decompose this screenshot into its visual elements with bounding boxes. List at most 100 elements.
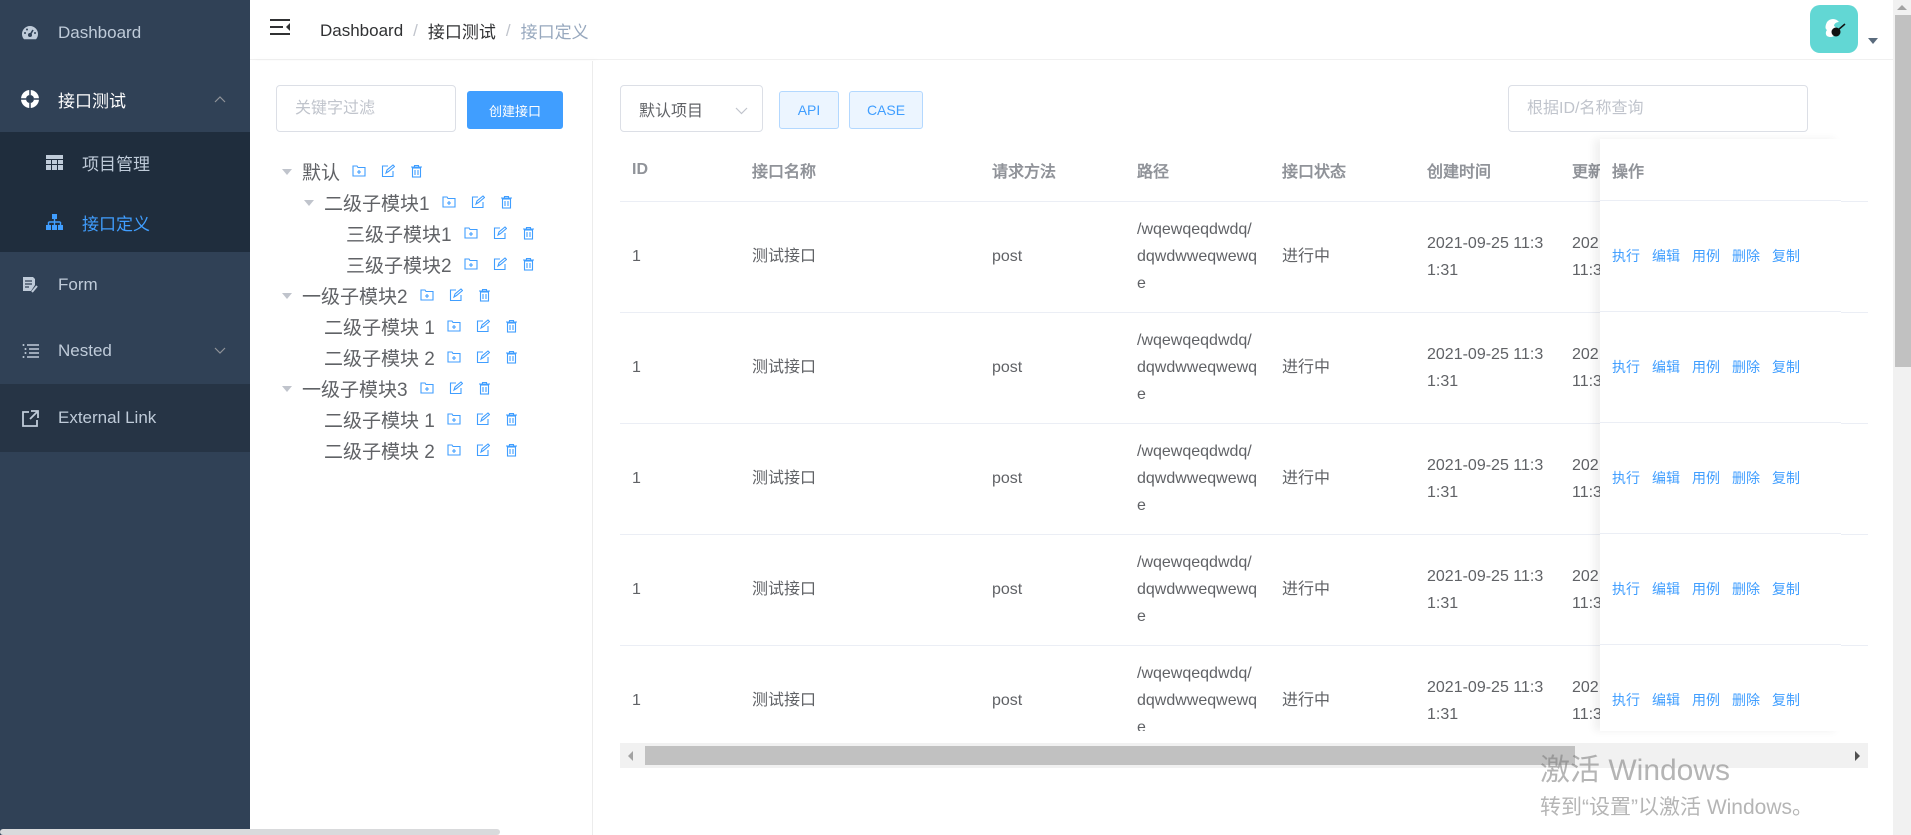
sidebar-item-api-definition[interactable]: 接口定义 <box>0 192 250 252</box>
cases-link[interactable]: 用例 <box>1692 357 1720 377</box>
delete-link[interactable]: 删除 <box>1732 357 1760 377</box>
sidebar-item-external-link[interactable]: External Link <box>0 384 250 452</box>
cases-link[interactable]: 用例 <box>1692 579 1720 599</box>
copy-link[interactable]: 复制 <box>1772 357 1800 377</box>
tree-node[interactable]: 三级子模块2 <box>280 249 537 280</box>
add-folder-icon[interactable] <box>420 381 435 396</box>
add-folder-icon[interactable] <box>447 319 462 334</box>
breadcrumb-item-dashboard[interactable]: Dashboard <box>320 21 403 41</box>
edit-icon[interactable] <box>449 381 464 396</box>
caret-expanded-icon[interactable] <box>280 382 294 396</box>
caret-expanded-icon[interactable] <box>280 289 294 303</box>
tree-node[interactable]: 二级子模块 2 <box>280 342 537 373</box>
copy-link[interactable]: 复制 <box>1772 468 1800 488</box>
run-link[interactable]: 执行 <box>1612 690 1640 710</box>
sidebar-item-dashboard[interactable]: Dashboard <box>0 0 250 66</box>
scroll-left-arrow-icon[interactable] <box>628 751 633 761</box>
add-folder-icon[interactable] <box>352 164 367 179</box>
run-link[interactable]: 执行 <box>1612 579 1640 599</box>
table-horizontal-scrollbar[interactable] <box>620 743 1868 768</box>
cases-link[interactable]: 用例 <box>1692 690 1720 710</box>
tree-node[interactable]: 默认 <box>280 156 537 187</box>
tab-api[interactable]: API <box>779 91 839 129</box>
sidebar-item-project-management[interactable]: 项目管理 <box>0 132 250 192</box>
edit-link[interactable]: 编辑 <box>1652 690 1680 710</box>
scrollbar-thumb[interactable] <box>645 746 1575 765</box>
tree-node[interactable]: 三级子模块1 <box>280 218 537 249</box>
cases-link[interactable]: 用例 <box>1692 468 1720 488</box>
submenu-api-test: 项目管理 接口定义 <box>0 132 250 252</box>
copy-link[interactable]: 复制 <box>1772 579 1800 599</box>
edit-icon[interactable] <box>493 226 508 241</box>
create-api-button[interactable]: 创建接口 <box>467 91 563 129</box>
project-select[interactable]: 默认项目 <box>620 85 763 132</box>
delete-icon[interactable] <box>410 164 425 179</box>
scroll-up-arrow-icon[interactable] <box>1897 5 1907 10</box>
add-folder-icon[interactable] <box>442 195 457 210</box>
add-folder-icon[interactable] <box>464 257 479 272</box>
tab-case[interactable]: CASE <box>849 91 923 129</box>
delete-icon[interactable] <box>505 350 520 365</box>
tree-node[interactable]: 一级子模块2 <box>280 280 537 311</box>
edit-icon[interactable] <box>476 412 491 427</box>
add-folder-icon[interactable] <box>447 350 462 365</box>
hamburger-toggle-icon[interactable] <box>270 18 290 38</box>
sidebar-item-api-test[interactable]: 接口测试 <box>0 66 250 132</box>
breadcrumb-item-api-test[interactable]: 接口测试 <box>428 18 496 43</box>
tree-node[interactable]: 二级子模块1 <box>280 187 537 218</box>
delete-link[interactable]: 删除 <box>1732 690 1760 710</box>
scrollbar-thumb[interactable] <box>1895 15 1911 367</box>
copy-link[interactable]: 复制 <box>1772 690 1800 710</box>
delete-icon[interactable] <box>522 257 537 272</box>
edit-icon[interactable] <box>493 257 508 272</box>
caret-down-icon[interactable] <box>1868 38 1878 44</box>
sidebar-horizontal-scrollbar[interactable] <box>0 829 500 835</box>
sidebar-item-form[interactable]: Form <box>0 252 250 318</box>
edit-icon[interactable] <box>476 350 491 365</box>
delete-icon[interactable] <box>478 288 493 303</box>
run-link[interactable]: 执行 <box>1612 357 1640 377</box>
delete-link[interactable]: 删除 <box>1732 468 1760 488</box>
caret-expanded-icon[interactable] <box>280 165 294 179</box>
delete-link[interactable]: 删除 <box>1732 246 1760 266</box>
edit-link[interactable]: 编辑 <box>1652 579 1680 599</box>
user-avatar[interactable] <box>1810 5 1858 53</box>
delete-icon[interactable] <box>505 443 520 458</box>
delete-icon[interactable] <box>505 319 520 334</box>
edit-link[interactable]: 编辑 <box>1652 246 1680 266</box>
add-folder-icon[interactable] <box>464 226 479 241</box>
copy-link[interactable]: 复制 <box>1772 246 1800 266</box>
delete-icon[interactable] <box>478 381 493 396</box>
cases-link[interactable]: 用例 <box>1692 246 1720 266</box>
edit-icon[interactable] <box>476 319 491 334</box>
edit-icon[interactable] <box>476 443 491 458</box>
add-folder-icon[interactable] <box>447 412 462 427</box>
delete-icon[interactable] <box>522 226 537 241</box>
edit-link[interactable]: 编辑 <box>1652 357 1680 377</box>
edit-icon[interactable] <box>449 288 464 303</box>
sidebar-item-nested[interactable]: Nested <box>0 318 250 384</box>
add-folder-icon[interactable] <box>420 288 435 303</box>
run-link[interactable]: 执行 <box>1612 246 1640 266</box>
search-id-name-input[interactable] <box>1508 85 1808 132</box>
delete-link[interactable]: 删除 <box>1732 579 1760 599</box>
page-vertical-scrollbar[interactable] <box>1893 0 1911 835</box>
lifebuoy-icon <box>20 89 40 109</box>
tree-node[interactable]: 二级子模块 1 <box>280 404 537 435</box>
caret-expanded-icon[interactable] <box>302 196 316 210</box>
tree-node-actions <box>442 195 515 210</box>
add-folder-icon[interactable] <box>447 443 462 458</box>
scroll-right-arrow-icon[interactable] <box>1855 751 1860 761</box>
delete-icon[interactable] <box>505 412 520 427</box>
edit-icon[interactable] <box>471 195 486 210</box>
edit-link[interactable]: 编辑 <box>1652 468 1680 488</box>
delete-icon[interactable] <box>500 195 515 210</box>
keyword-filter-input[interactable] <box>276 85 456 132</box>
run-link[interactable]: 执行 <box>1612 468 1640 488</box>
chevron-down-icon <box>214 344 226 358</box>
tree-node[interactable]: 一级子模块3 <box>280 373 537 404</box>
tree-node[interactable]: 二级子模块 1 <box>280 311 537 342</box>
edit-icon[interactable] <box>381 164 396 179</box>
tree-node[interactable]: 二级子模块 2 <box>280 435 537 466</box>
tree-node-actions <box>464 257 537 272</box>
